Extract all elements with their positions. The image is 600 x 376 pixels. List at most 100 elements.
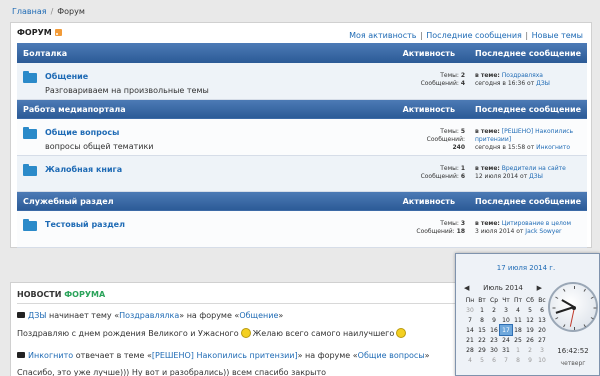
calendar-day[interactable]: 27	[536, 335, 548, 345]
category-name[interactable]: Работа медиапортала	[17, 99, 393, 119]
calendar-day[interactable]: 11	[512, 315, 524, 325]
calendar-day[interactable]: 19	[524, 325, 536, 335]
calendar-day[interactable]: 30	[488, 345, 500, 355]
calendar-day[interactable]: 1	[512, 345, 524, 355]
smiley-icon	[240, 328, 251, 338]
news-user-link[interactable]: ДЗЫ	[28, 311, 46, 320]
calendar-day[interactable]: 4	[464, 355, 476, 365]
clock-tick	[593, 307, 597, 309]
calendar-day[interactable]: 25	[512, 335, 524, 345]
forum-folder-icon	[23, 127, 37, 139]
link-separator: |	[525, 31, 529, 40]
calendar-day[interactable]: 12	[524, 315, 536, 325]
rss-icon[interactable]	[54, 29, 62, 36]
news-item-header: ДЗЫ начинает тему «Поздравлялка» на фору…	[17, 311, 283, 320]
calendar-day[interactable]: 5	[476, 355, 488, 365]
forum-title-link[interactable]: Тестовый раздел	[45, 220, 393, 229]
calendar-day[interactable]: 14	[464, 325, 476, 335]
chevron-right-icon[interactable]: ▶	[537, 284, 542, 292]
last-post-info: в теме: Цитирование в целом 3 июля 2014 …	[469, 211, 587, 248]
my-activity-link[interactable]: Моя активность	[349, 31, 416, 40]
calendar-day[interactable]: 1	[476, 305, 488, 315]
last-post-info: в теме: [РЕШЕНО] Накопились притензии] с…	[469, 119, 587, 156]
calendar-day[interactable]: 24	[500, 335, 512, 345]
calendar-day[interactable]: 10	[536, 355, 548, 365]
calendar-day[interactable]: 15	[476, 325, 488, 335]
calendar-weekday: Сб	[526, 296, 534, 304]
calendar-day[interactable]: 2	[488, 305, 500, 315]
forum-title-link[interactable]: Жалобная книга	[45, 165, 393, 174]
calendar-day[interactable]: 20	[536, 325, 548, 335]
news-heading-text: НОВОСТИ	[17, 290, 62, 299]
calendar-day[interactable]: 8	[476, 315, 488, 325]
chevron-left-icon[interactable]: ◀	[464, 284, 469, 292]
clock-tick	[563, 324, 566, 328]
calendar-day[interactable]: 3	[500, 305, 512, 315]
clock-tick	[583, 288, 586, 292]
calendar-weekday: Ср	[490, 296, 498, 304]
news-topic-link[interactable]: [РЕШЕНО] Накопились притензии]	[152, 351, 298, 360]
last-user-link[interactable]: ДЗЫ	[536, 80, 550, 87]
posts-count: 6	[460, 172, 465, 180]
news-forum-link[interactable]: Общие вопросы	[358, 351, 425, 360]
calendar-day[interactable]: 9	[488, 315, 500, 325]
calendar-day[interactable]: 3	[536, 345, 548, 355]
clock-tick	[555, 296, 559, 299]
last-user-link[interactable]: Jack Sowyer	[525, 228, 561, 235]
calendar-day[interactable]: 17	[499, 324, 513, 336]
calendar-day[interactable]: 4	[512, 305, 524, 315]
news-heading-forum: ФОРУМА	[64, 290, 106, 299]
calendar-month-title[interactable]: Июль 2014	[483, 284, 523, 292]
breadcrumb-home-link[interactable]: Главная	[12, 7, 47, 16]
calendar-weekday: Пт	[513, 296, 522, 304]
calendar-day[interactable]: 30	[464, 305, 476, 315]
calendar-day[interactable]: 10	[500, 315, 512, 325]
calendar-day[interactable]: 9	[524, 355, 536, 365]
last-topic-link[interactable]: Цитирование в целом	[502, 220, 571, 227]
forum-title-link[interactable]: Общие вопросы	[45, 128, 393, 137]
calendar-day[interactable]: 6	[488, 355, 500, 365]
calendar-day[interactable]: 8	[512, 355, 524, 365]
breadcrumb-current: Форум	[57, 7, 85, 16]
calendar-day[interactable]: 28	[464, 345, 476, 355]
news-user-link[interactable]: Инкогнито	[28, 351, 73, 360]
clock-tick	[574, 327, 575, 330]
category-name[interactable]: Служебный раздел	[17, 191, 393, 211]
latest-posts-link[interactable]: Последние сообщения	[426, 31, 522, 40]
new-topics-link[interactable]: Новые темы	[532, 31, 583, 40]
calendar-day[interactable]: 26	[524, 335, 536, 345]
calendar-day[interactable]: 6	[536, 305, 548, 315]
calendar-day[interactable]: 7	[464, 315, 476, 325]
breadcrumb: Главная / Форум	[12, 7, 85, 16]
forum-heading: ФОРУМ	[17, 28, 62, 37]
last-user-link[interactable]: ДЗЫ	[529, 173, 543, 180]
news-forum-link[interactable]: Общение	[239, 311, 278, 320]
calendar-day[interactable]: 18	[512, 325, 524, 335]
calendar-full-date-link[interactable]: 17 июля 2014 г.	[456, 264, 596, 272]
forum-stats: Темы: 2 Сообщений: 4	[393, 63, 469, 100]
calendar-day[interactable]: 31	[500, 345, 512, 355]
news-topic-link[interactable]: Поздравлялка	[119, 311, 179, 320]
calendar-day[interactable]: 29	[476, 345, 488, 355]
calendar-day[interactable]: 22	[476, 335, 488, 345]
topics-count: 3	[460, 220, 465, 227]
calendar-day[interactable]: 21	[464, 335, 476, 345]
calendar-day[interactable]: 16	[488, 325, 500, 335]
calendar-day[interactable]: 23	[488, 335, 500, 345]
last-topic-link[interactable]: Поздравляха	[502, 72, 543, 79]
calendar-weekday: Пн	[465, 296, 475, 304]
calendar-week-row: 21 22 23 24 25 26 27	[464, 335, 548, 345]
posts-count: 18	[456, 228, 465, 235]
calendar-day[interactable]: 5	[524, 305, 536, 315]
last-user-link[interactable]: Инкогнито	[536, 144, 570, 151]
calendar-day[interactable]: 13	[536, 315, 548, 325]
comment-icon	[17, 312, 25, 318]
link-separator: |	[420, 31, 423, 40]
last-topic-link[interactable]: Вредители на сайте	[502, 165, 566, 172]
calendar-day[interactable]: 7	[500, 355, 512, 365]
forum-folder-icon	[23, 219, 37, 231]
calendar-day[interactable]: 2	[524, 345, 536, 355]
activity-column-header: Активность	[393, 99, 469, 119]
category-name[interactable]: Болталка	[17, 43, 393, 63]
forum-title-link[interactable]: Общение	[45, 72, 393, 81]
